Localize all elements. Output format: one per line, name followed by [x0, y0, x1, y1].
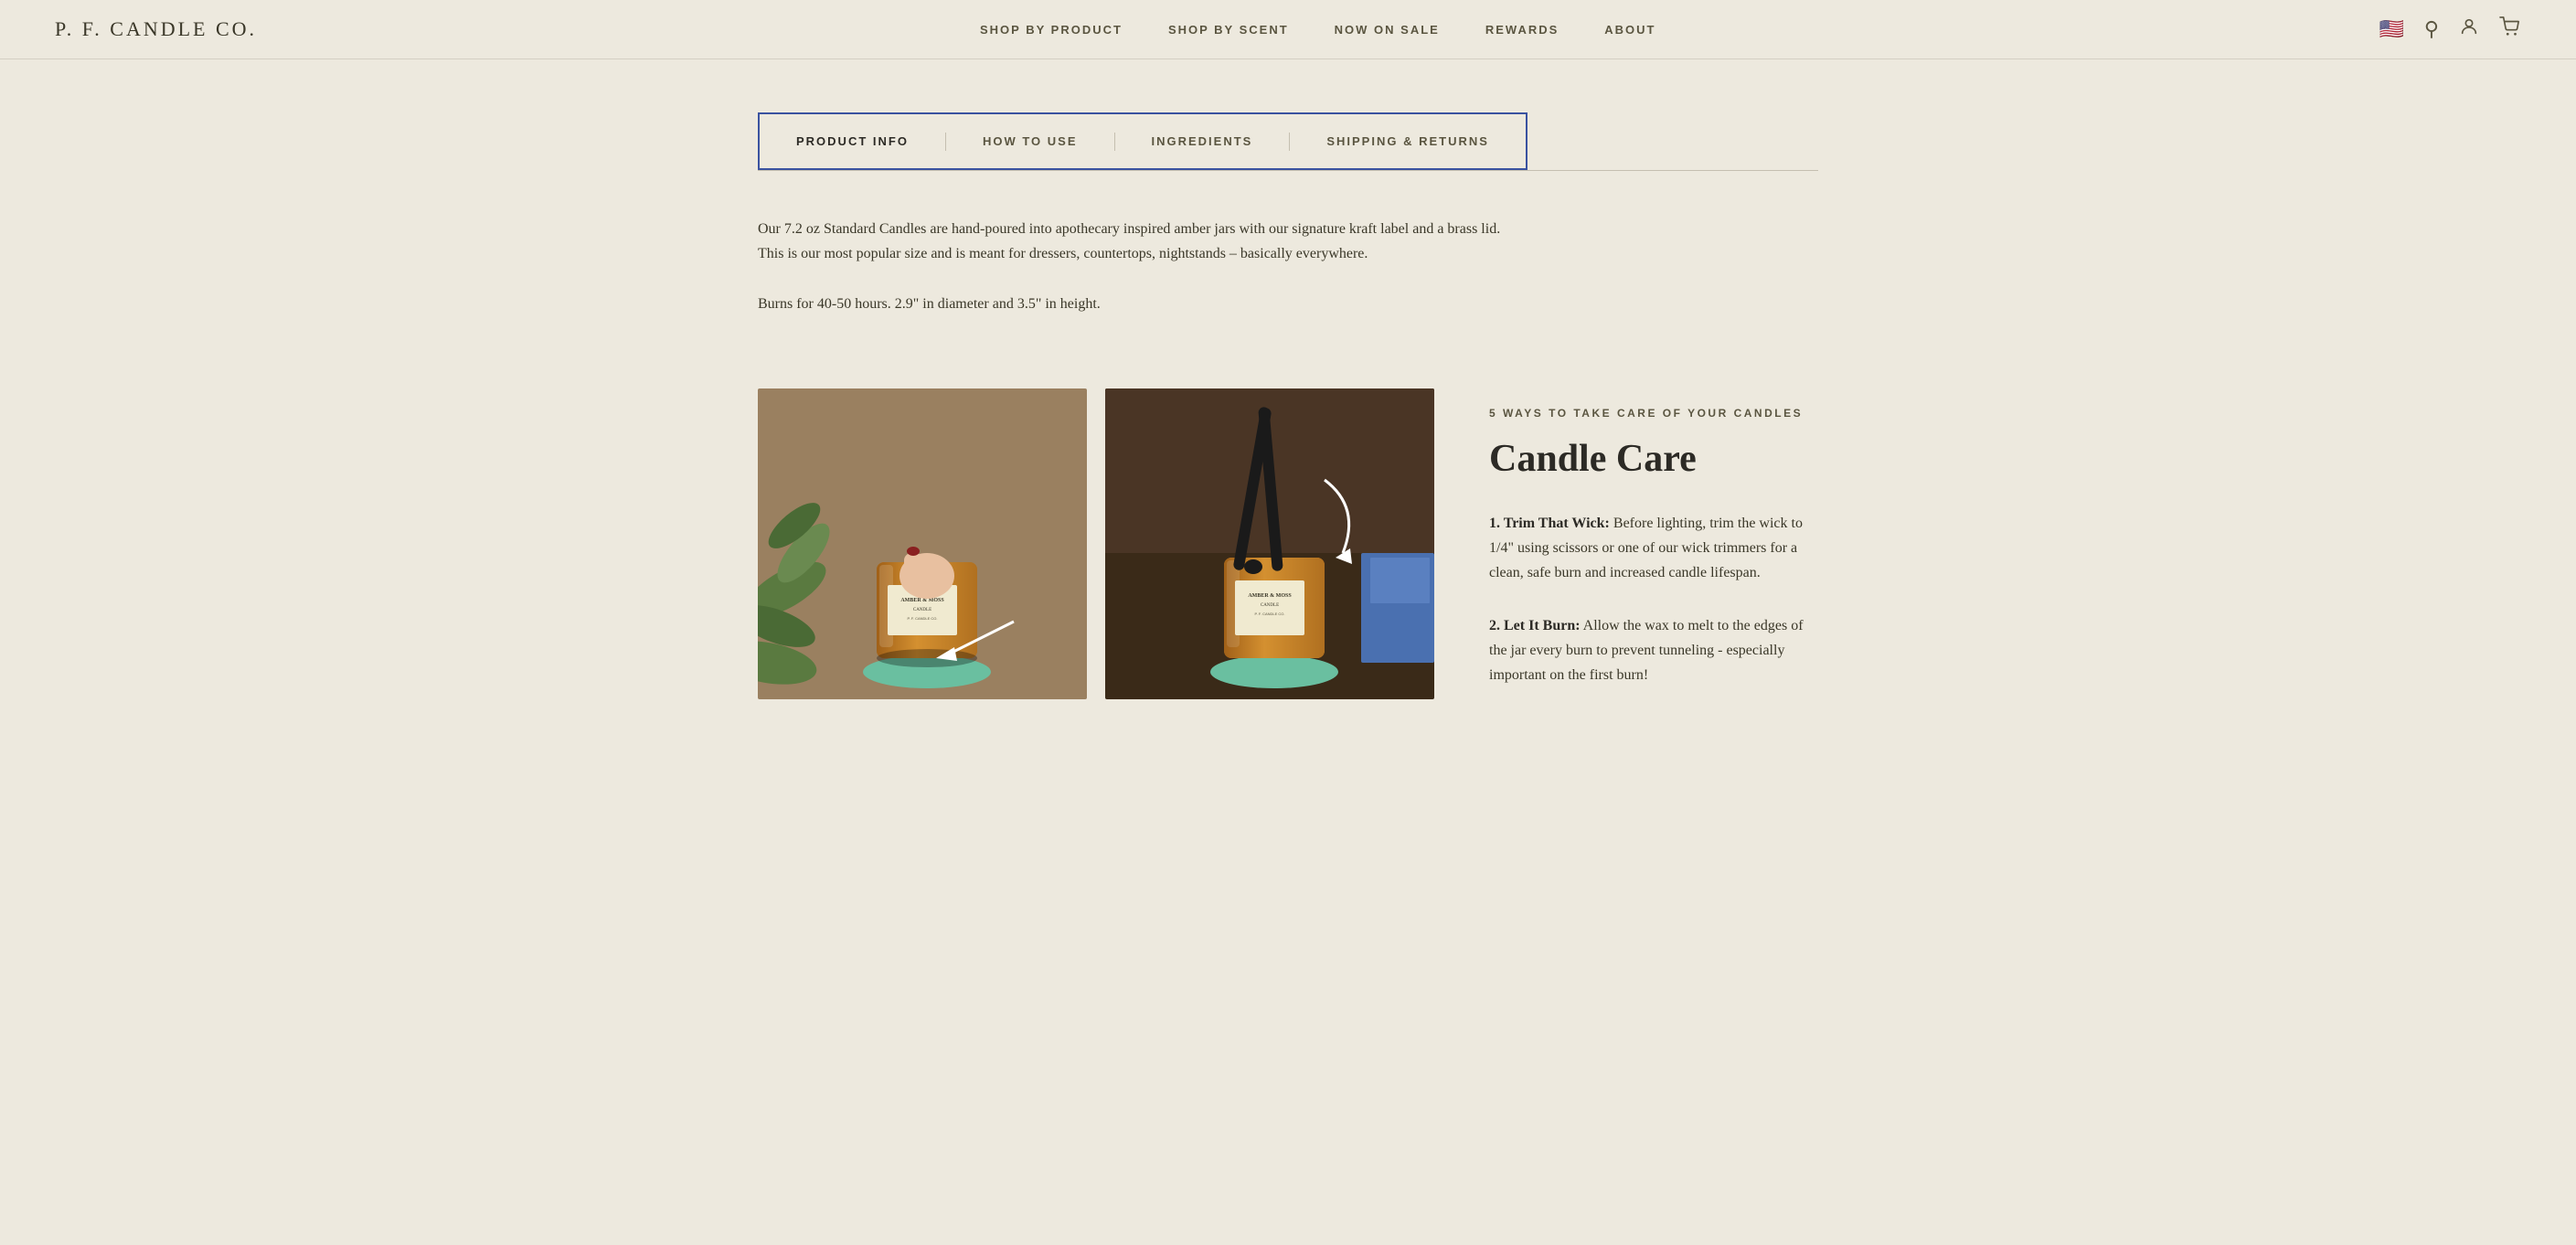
candle-image-1: AMBER & MOSS CANDLE P. F. CANDLE CO. — [758, 388, 1087, 699]
candle-care-area: 5 WAYS TO TAKE CARE OF YOUR CANDLES Cand… — [1489, 388, 1818, 716]
tab-shipping-returns[interactable]: SHIPPING & RETURNS — [1290, 114, 1526, 168]
candle-images-area: AMBER & MOSS CANDLE P. F. CANDLE CO. — [758, 388, 1434, 699]
search-icon[interactable]: ⚲ — [2424, 17, 2439, 41]
svg-text:AMBER & MOSS: AMBER & MOSS — [1248, 593, 1292, 599]
five-ways-label: 5 WAYS TO TAKE CARE OF YOUR CANDLES — [1489, 407, 1818, 420]
candle-care-item-1-heading: 1. Trim That Wick: — [1489, 516, 1610, 531]
svg-text:CANDLE: CANDLE — [1261, 603, 1279, 608]
tab-ingredients[interactable]: INGREDIENTS — [1115, 114, 1290, 168]
tab-how-to-use[interactable]: HOW TO USE — [946, 114, 1114, 168]
flag-icon[interactable]: 🇺🇸 — [2379, 17, 2403, 41]
header-icons: 🇺🇸 ⚲ — [2379, 16, 2521, 42]
product-description-2: Burns for 40-50 hours. 2.9" in diameter … — [758, 292, 1517, 316]
tabs-container: PRODUCT INFO HOW TO USE INGREDIENTS SHIP… — [758, 112, 1528, 170]
how-to-use-section: AMBER & MOSS CANDLE P. F. CANDLE CO. — [703, 370, 1873, 771]
product-description-1: Our 7.2 oz Standard Candles are hand-pou… — [758, 217, 1517, 266]
account-icon[interactable] — [2459, 16, 2479, 42]
candle-care-item-1: 1. Trim That Wick: Before lighting, trim… — [1489, 511, 1818, 586]
nav-shop-by-scent[interactable]: SHOP BY SCENT — [1168, 23, 1289, 37]
candle-image-2: AMBER & MOSS CANDLE P. F. CANDLE CO. — [1105, 388, 1434, 699]
svg-text:CANDLE: CANDLE — [913, 608, 931, 612]
svg-text:P. F. CANDLE CO.: P. F. CANDLE CO. — [1254, 612, 1284, 616]
cart-icon[interactable] — [2499, 16, 2521, 42]
nav-rewards[interactable]: REWARDS — [1485, 23, 1559, 37]
candle-care-item-2-heading: 2. Let It Burn: — [1489, 618, 1581, 633]
main-nav: SHOP BY PRODUCT SHOP BY SCENT NOW ON SAL… — [980, 23, 1656, 37]
brand-logo[interactable]: P. F. CANDLE CO. — [55, 17, 257, 41]
nav-about[interactable]: ABOUT — [1604, 23, 1655, 37]
svg-text:P. F. CANDLE CO.: P. F. CANDLE CO. — [907, 616, 937, 621]
tabs-wrapper: PRODUCT INFO HOW TO USE INGREDIENTS SHIP… — [703, 59, 1873, 170]
candle-care-title: Candle Care — [1489, 436, 1818, 482]
svg-text:AMBER & MOSS: AMBER & MOSS — [900, 598, 944, 603]
candle-care-item-2: 2. Let It Burn: Allow the wax to melt to… — [1489, 613, 1818, 688]
product-info-section: Our 7.2 oz Standard Candles are hand-pou… — [703, 171, 1571, 370]
tab-product-info[interactable]: PRODUCT INFO — [760, 114, 945, 168]
nav-shop-by-product[interactable]: SHOP BY PRODUCT — [980, 23, 1123, 37]
nav-now-on-sale[interactable]: NOW ON SALE — [1335, 23, 1440, 37]
